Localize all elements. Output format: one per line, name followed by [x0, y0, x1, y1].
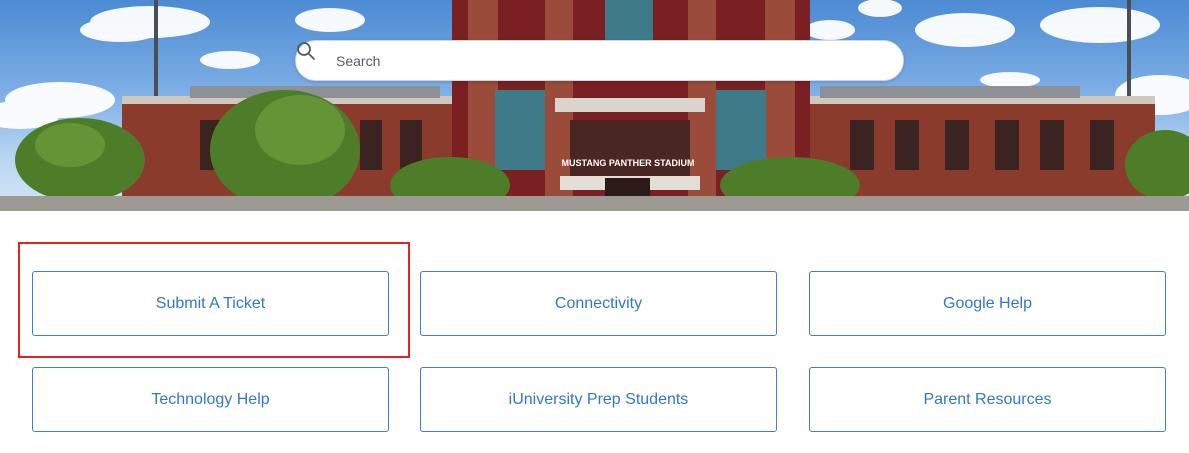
search-bar[interactable]	[295, 40, 904, 81]
tile-technology-help[interactable]: Technology Help	[32, 367, 389, 432]
tile-label: iUniversity Prep Students	[508, 390, 689, 408]
tile-label: Parent Resources	[923, 390, 1052, 408]
search-icon	[297, 42, 329, 71]
stadium-sign-text: MUSTANG PANTHER STADIUM	[562, 158, 695, 168]
tile-iuniversity-prep-students[interactable]: iUniversity Prep Students	[420, 367, 777, 432]
tile-label: Google Help	[943, 294, 1032, 312]
tile-connectivity[interactable]: Connectivity	[420, 271, 777, 336]
tile-label: Connectivity	[554, 294, 643, 312]
stadium-image: MUSTANG PANTHER STADIUM	[0, 0, 1189, 211]
page: MUSTANG PANTHER STADIUM Search Submit A …	[0, 0, 1189, 453]
tile-parent-resources[interactable]: Parent Resources	[809, 367, 1166, 432]
tile-label: Technology Help	[151, 390, 270, 408]
highlight-box	[18, 242, 410, 358]
tile-google-help[interactable]: Google Help	[809, 271, 1166, 336]
hero-banner: MUSTANG PANTHER STADIUM	[0, 0, 1189, 211]
search-input[interactable]	[336, 52, 876, 69]
